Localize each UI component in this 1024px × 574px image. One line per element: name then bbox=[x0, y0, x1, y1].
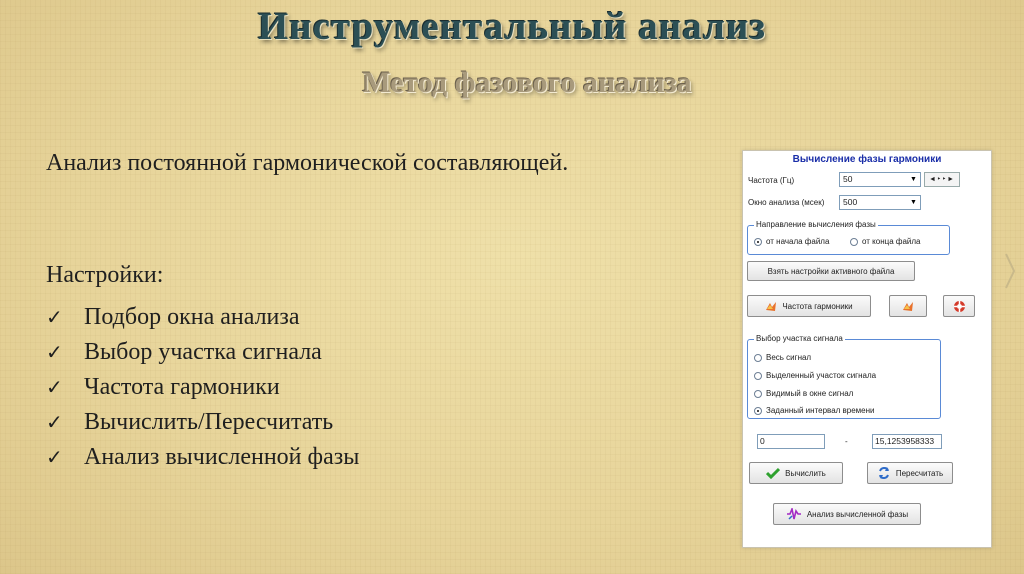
checklist-item-label: Вычислить/Пересчитать bbox=[84, 409, 334, 435]
frequency-tool-icon bbox=[903, 302, 913, 311]
slide-subtitle: Метод фазового анализа bbox=[362, 66, 692, 99]
window-length-value: 500 bbox=[843, 197, 858, 207]
phase-analysis-button[interactable]: Анализ вычисленной фазы bbox=[773, 503, 921, 525]
checklist-item: ✓ Выбор участка сигнала bbox=[46, 335, 359, 370]
checklist-item: ✓ Подбор окна анализа bbox=[46, 300, 359, 335]
recalculate-label: Пересчитать bbox=[895, 468, 944, 478]
check-icon: ✓ bbox=[46, 305, 63, 329]
frequency-label: Частота (Гц) bbox=[748, 176, 795, 185]
checklist-item: ✓ Вычислить/Пересчитать bbox=[46, 405, 359, 440]
frequency-select[interactable]: 50 ▼ bbox=[839, 172, 921, 187]
phase-analysis-label: Анализ вычисленной фазы bbox=[806, 509, 909, 519]
slide-title: Инструментальный анализ bbox=[257, 5, 767, 48]
waveform-icon bbox=[786, 508, 802, 520]
harmonic-frequency-button[interactable]: Частота гармоники bbox=[747, 295, 871, 317]
interval-start-field[interactable]: 0 bbox=[757, 434, 825, 449]
checklist-item: ✓ Анализ вычисленной фазы bbox=[46, 440, 359, 475]
radio-icon bbox=[754, 237, 762, 246]
window-length-select[interactable]: 500 ▼ bbox=[839, 195, 921, 210]
check-icon: ✓ bbox=[46, 340, 63, 364]
frequency-spinner[interactable]: ◄‣‣► bbox=[924, 172, 960, 187]
segment-option[interactable]: Весь сигнал bbox=[754, 353, 811, 362]
checklist-item-label: Частота гармоники bbox=[84, 374, 280, 400]
segment-option[interactable]: Выделенный участок сигнала bbox=[754, 371, 876, 380]
segment-option-label: Весь сигнал bbox=[766, 353, 812, 362]
segment-option-label: Заданный интервал времени bbox=[766, 406, 875, 415]
direction-option-start[interactable]: от начала файла bbox=[754, 237, 829, 246]
direction-option-end[interactable]: от конца файла bbox=[850, 237, 921, 246]
next-slide-chevron-icon[interactable] bbox=[1004, 252, 1016, 290]
checklist-item-label: Анализ вычисленной фазы bbox=[84, 444, 360, 470]
window-title: Вычисление фазы гармоники bbox=[792, 154, 942, 165]
chevron-down-icon: ▼ bbox=[910, 176, 917, 183]
checklist-item: ✓ Частота гармоники bbox=[46, 370, 359, 405]
chevron-down-icon: ▼ bbox=[910, 199, 917, 206]
take-settings-button[interactable]: Взять настройки активного файла bbox=[747, 261, 915, 281]
segment-group: Выбор участка сигнала Весь сигнал Выделе… bbox=[747, 334, 941, 419]
direction-option-label: от конца файла bbox=[862, 237, 921, 246]
settings-checklist: ✓ Подбор окна анализа ✓ Выбор участка сигн… bbox=[46, 300, 359, 475]
segment-group-label: Выбор участка сигнала bbox=[754, 334, 845, 343]
recalculate-button[interactable]: Пересчитать bbox=[867, 462, 953, 484]
segment-option[interactable]: Видимый в окне сигнал bbox=[754, 389, 853, 398]
check-icon: ✓ bbox=[46, 410, 63, 434]
radio-icon bbox=[754, 371, 762, 380]
direction-group: Направление вычисления фазы от начала фа… bbox=[747, 220, 950, 255]
phase-calculation-window: Вычисление фазы гармоники Частота (Гц) 5… bbox=[742, 150, 992, 548]
intro-text: Анализ постоянной гармонической составля… bbox=[46, 150, 569, 176]
interval-end-field[interactable]: 15,1253958333 bbox=[872, 434, 942, 449]
window-length-label: Окно анализа (мсек) bbox=[748, 198, 825, 207]
radio-icon bbox=[754, 353, 762, 362]
check-icon: ✓ bbox=[46, 375, 63, 399]
interval-dash: - bbox=[845, 437, 848, 446]
segment-option-label: Выделенный участок сигнала bbox=[766, 371, 877, 380]
refresh-icon bbox=[877, 466, 891, 480]
checklist-item-label: Подбор окна анализа bbox=[84, 304, 300, 330]
frequency-value: 50 bbox=[843, 174, 853, 184]
calculate-label: Вычислить bbox=[785, 468, 826, 478]
help-button[interactable] bbox=[943, 295, 975, 317]
checklist-item-label: Выбор участка сигнала bbox=[84, 339, 322, 365]
harmonic-frequency-label: Частота гармоники bbox=[782, 301, 853, 311]
checkmark-icon bbox=[766, 467, 781, 479]
settings-heading: Настройки: bbox=[46, 262, 164, 288]
segment-option[interactable]: Заданный интервал времени bbox=[754, 406, 875, 415]
frequency-tool-button[interactable] bbox=[889, 295, 927, 317]
radio-icon bbox=[850, 237, 858, 246]
lifebuoy-icon bbox=[953, 300, 965, 312]
check-icon: ✓ bbox=[46, 445, 63, 469]
direction-group-label: Направление вычисления фазы bbox=[754, 220, 878, 229]
frequency-icon bbox=[765, 300, 777, 312]
direction-option-label: от начала файла bbox=[766, 237, 830, 246]
radio-icon bbox=[754, 389, 762, 398]
calculate-button[interactable]: Вычислить bbox=[749, 462, 843, 484]
segment-option-label: Видимый в окне сигнал bbox=[766, 389, 854, 398]
radio-icon bbox=[754, 406, 762, 415]
